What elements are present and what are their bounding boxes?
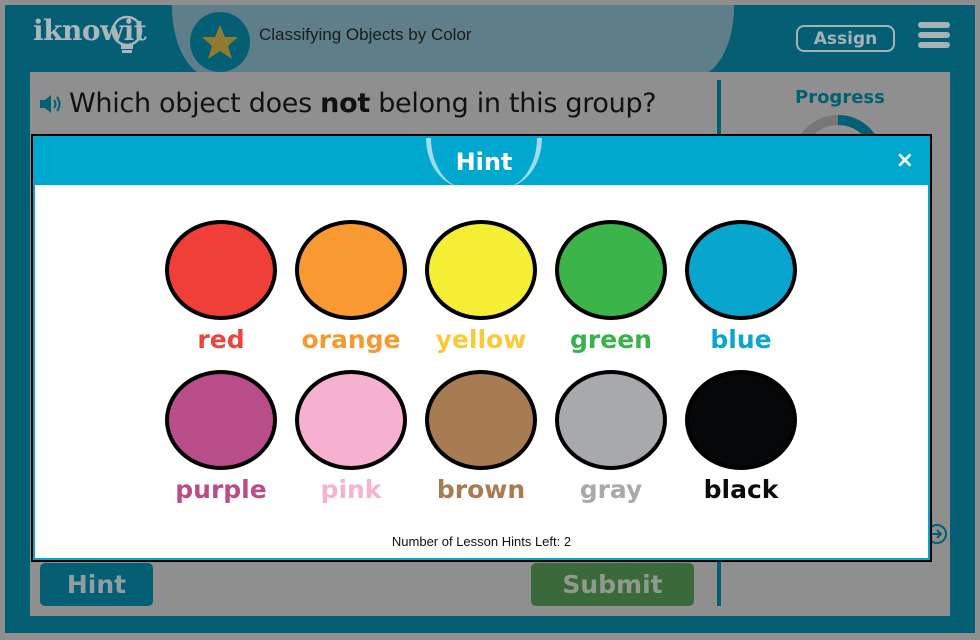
lesson-title: Classifying Objects by Color bbox=[259, 25, 472, 44]
color-swatch-green: green bbox=[555, 220, 667, 356]
color-label: green bbox=[570, 325, 652, 354]
question-suffix: belong in this group? bbox=[369, 88, 657, 119]
modal-title: Hint bbox=[455, 148, 513, 176]
color-circle bbox=[295, 220, 407, 320]
color-swatch-black: black bbox=[685, 370, 797, 506]
modal-title-badge: Hint bbox=[426, 138, 542, 188]
hint-modal: Hint × red orange yellow green blue purple pin… bbox=[31, 134, 932, 562]
progress-label: Progress bbox=[795, 87, 885, 108]
color-swatch-gray: gray bbox=[555, 370, 667, 506]
color-swatch-orange: orange bbox=[295, 220, 407, 356]
star-icon bbox=[202, 25, 238, 59]
color-swatch-blue: blue bbox=[685, 220, 797, 356]
color-swatch-purple: purple bbox=[165, 370, 277, 506]
assign-button[interactable]: Assign bbox=[796, 25, 895, 52]
color-swatch-pink: pink bbox=[295, 370, 407, 506]
question-text: Which object does not belong in this gro… bbox=[69, 86, 689, 122]
color-label: black bbox=[703, 475, 779, 504]
color-label: gray bbox=[579, 475, 643, 504]
color-circle bbox=[685, 370, 797, 470]
color-swatch-brown: brown bbox=[425, 370, 537, 506]
color-label: orange bbox=[301, 325, 401, 354]
hint-button[interactable]: Hint bbox=[40, 563, 153, 606]
color-circle bbox=[555, 220, 667, 320]
color-label: blue bbox=[710, 325, 772, 354]
color-label: brown bbox=[436, 475, 526, 504]
color-circle bbox=[685, 220, 797, 320]
hints-left-text: Number of Lesson Hints Left: 2 bbox=[391, 534, 572, 549]
color-circle bbox=[555, 370, 667, 470]
lightbulb-icon bbox=[111, 15, 143, 53]
color-circle bbox=[295, 370, 407, 470]
submit-button[interactable]: Submit bbox=[531, 563, 694, 606]
color-circle bbox=[165, 370, 277, 470]
question-emphasis: not bbox=[320, 88, 370, 119]
color-swatch-red: red bbox=[165, 220, 277, 356]
speaker-icon[interactable] bbox=[38, 93, 66, 115]
color-circle bbox=[425, 220, 537, 320]
modal-header: Hint × bbox=[35, 138, 928, 188]
color-label: pink bbox=[320, 475, 382, 504]
color-label: red bbox=[197, 325, 245, 354]
color-circle bbox=[165, 220, 277, 320]
color-swatch-yellow: yellow bbox=[425, 220, 537, 356]
color-circle bbox=[425, 370, 537, 470]
color-label: yellow bbox=[435, 325, 527, 354]
question-prefix: Which object does bbox=[69, 88, 321, 119]
hamburger-menu-icon[interactable] bbox=[918, 22, 950, 50]
color-label: purple bbox=[175, 475, 267, 504]
close-icon[interactable]: × bbox=[896, 150, 914, 172]
star-badge bbox=[190, 12, 250, 72]
